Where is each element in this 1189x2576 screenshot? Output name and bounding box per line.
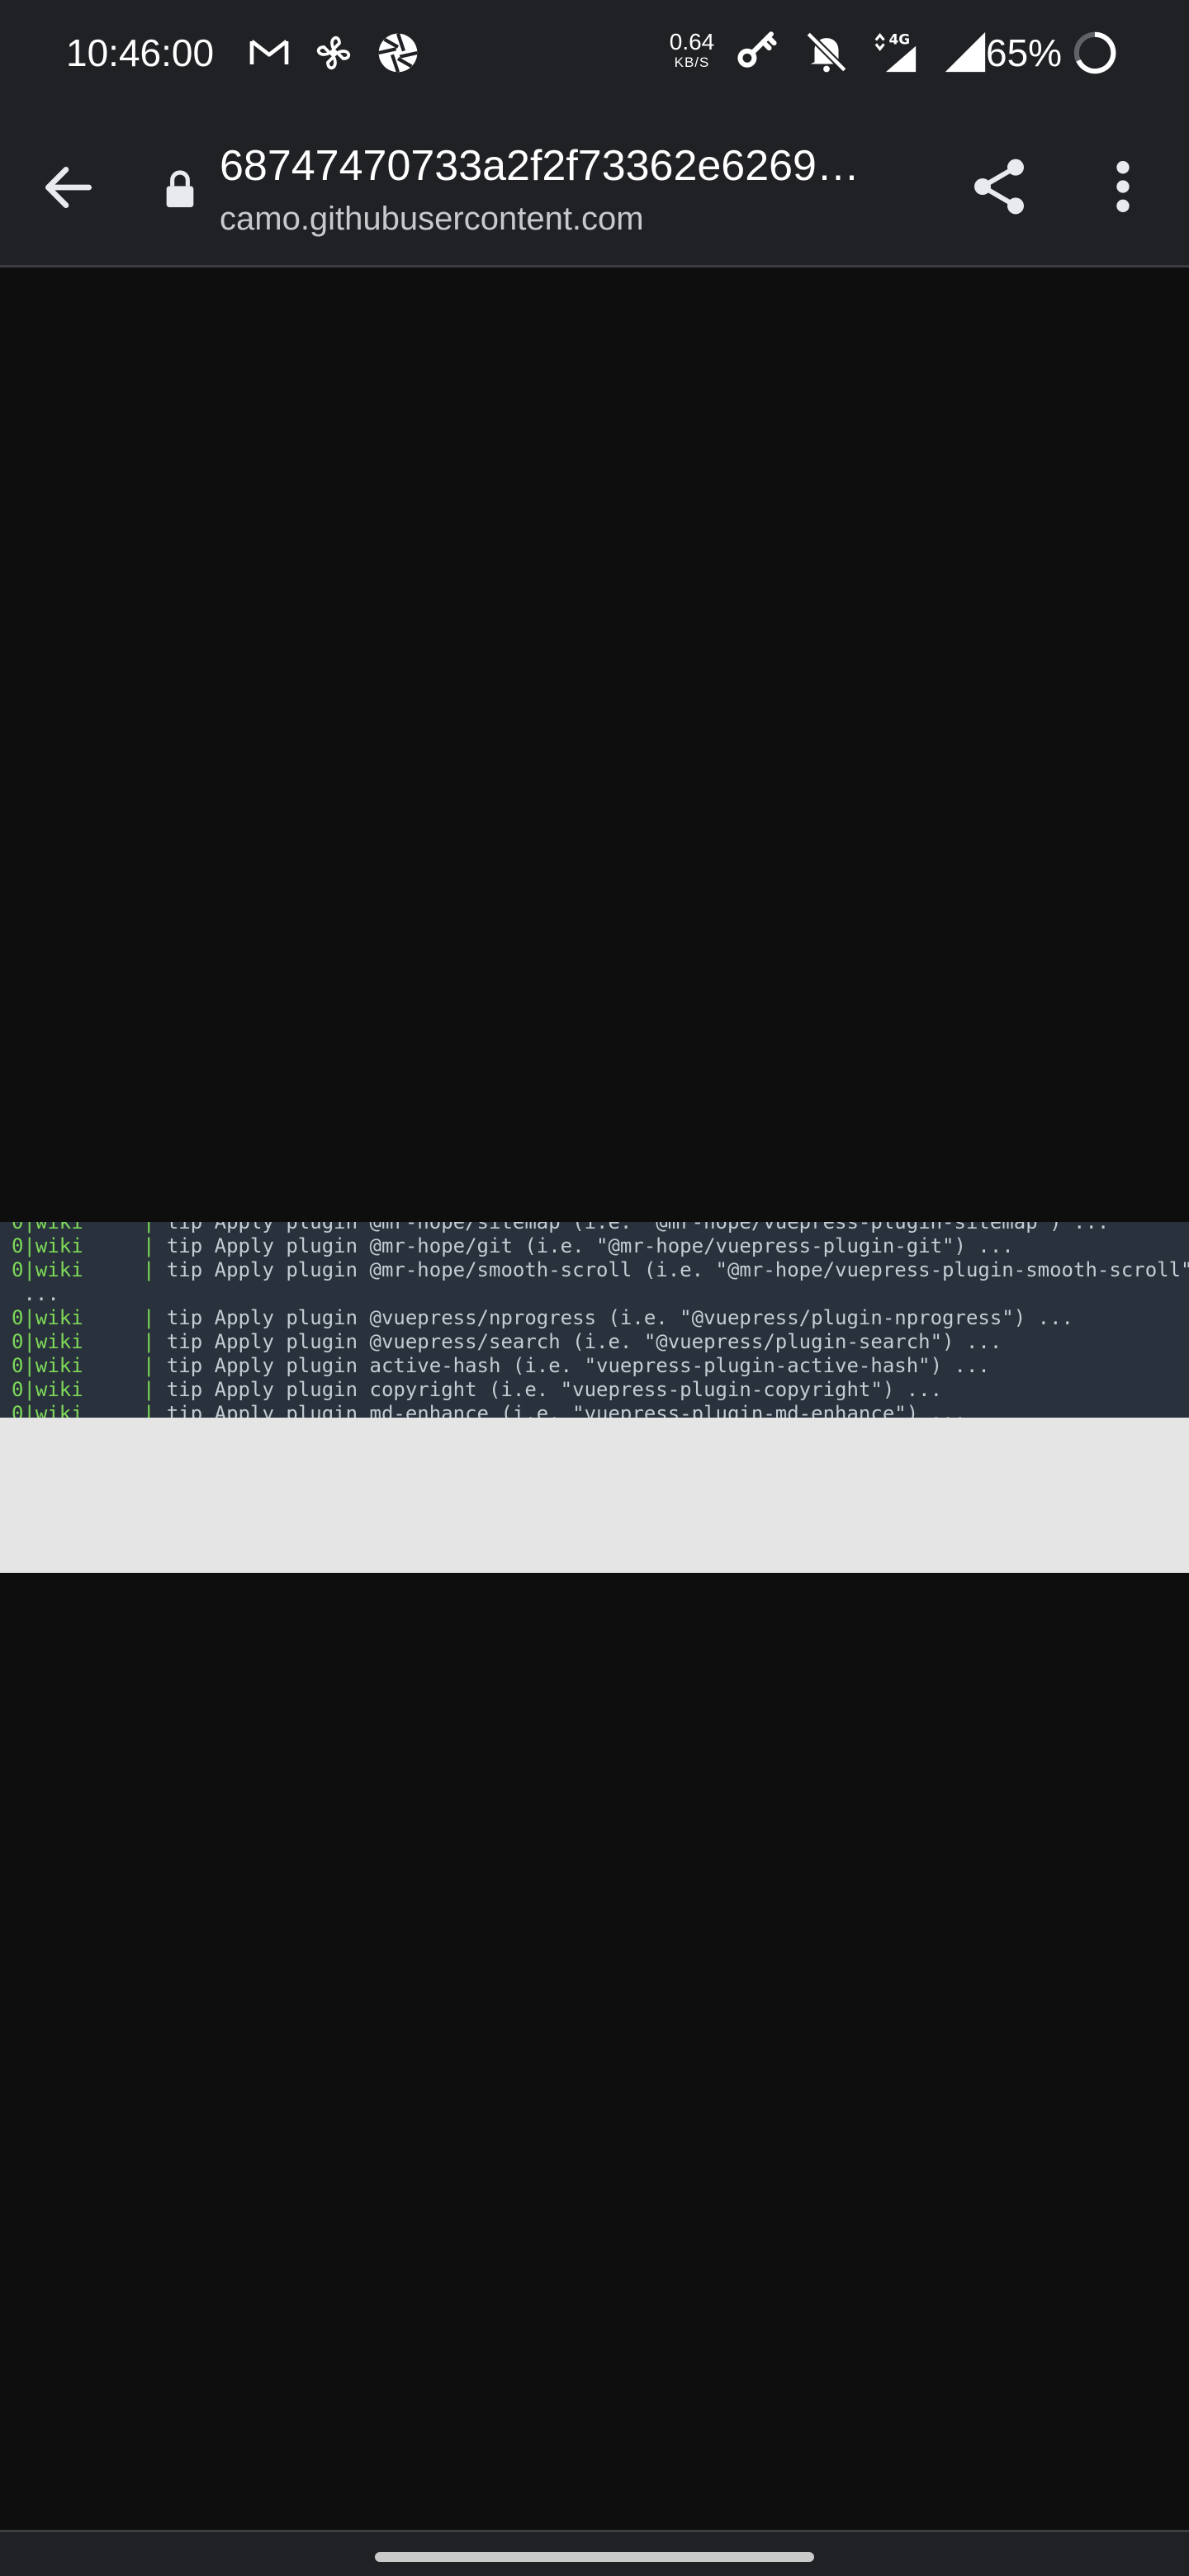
separator: | [83,1354,167,1377]
browser-toolbar: 68747470733a2f2f73362e6269… camo.githubu… [0,106,1189,268]
network-speed: 0.64 KB/S [669,30,715,71]
separator: | [83,1222,167,1234]
terminal-line: 0|wiki | tip Apply plugin @mr-hope/smoot… [12,1258,1189,1282]
bell-off-icon [803,28,850,80]
terminal-line: 0|wiki | tip Apply plugin copyright (i.e… [12,1378,942,1402]
separator: | [83,1258,167,1281]
aperture-icon [375,30,421,80]
image-viewer[interactable]: 0|wiki | tip Apply plugin @mr-hope/sitem… [0,270,1189,2530]
signal-icon [941,28,989,80]
battery-ring-icon [1073,31,1116,74]
notification-icons [246,30,421,80]
process-label: 0|wiki [12,1258,83,1281]
signal-4g-icon: 4G [872,28,920,80]
terminal-line: 0|wiki | tip Apply plugin @vuepress/npro… [12,1306,1073,1330]
separator: | [83,1402,167,1418]
separator: | [83,1306,167,1329]
net-speed-value: 0.64 [669,29,715,54]
terminal-line: 0|wiki | tip Apply plugin md-enhance (i.… [12,1402,966,1418]
network-type-label: 4G [889,31,911,47]
more-vert-icon[interactable] [1098,154,1148,220]
log-message: tip Apply plugin md-enhance (i.e. "vuepr… [166,1402,966,1418]
log-message: tip Apply plugin @mr-hope/sitemap (i.e. … [166,1222,1110,1234]
process-label: 0|wiki [12,1234,83,1257]
lock-icon[interactable] [157,167,203,213]
log-message: tip Apply plugin @mr-hope/git (i.e. "@mr… [166,1234,1014,1257]
battery-percent: 65% [986,31,1063,74]
process-label: 0|wiki [12,1222,83,1234]
separator: | [83,1234,167,1257]
terminal-line: 0|wiki | tip Apply plugin @mr-hope/git (… [12,1234,1014,1258]
terminal-line: 0|wiki | tip Apply plugin @mr-hope/sitem… [12,1222,1109,1234]
status-bar: 10:46:00 0.64 KB/S 4G 65% [0,0,1189,106]
status-time: 10:46:00 [66,31,215,74]
vpn-key-icon [733,28,781,80]
terminal-line: 0|wiki | tip Apply plugin active-hash (i… [12,1354,990,1378]
url-title[interactable]: 68747470733a2f2f73362e6269… [220,139,905,193]
log-message: tip Apply plugin @vuepress/nprogress (i.… [166,1306,1073,1329]
process-label: 0|wiki [12,1354,83,1377]
process-label: 0|wiki [12,1378,83,1401]
log-message: ... [12,1282,59,1305]
arrow-back-icon[interactable] [38,157,99,218]
system-icons: 4G [733,28,989,80]
process-label: 0|wiki [12,1402,83,1418]
share-icon[interactable] [966,154,1032,220]
url-domain[interactable]: camo.githubusercontent.com [220,198,905,239]
process-label: 0|wiki [12,1330,83,1353]
terminal-line: 0|wiki | tip Apply plugin @vuepress/sear… [12,1330,1002,1354]
fan-icon [310,30,357,80]
log-message: tip Apply plugin active-hash (i.e. "vuep… [166,1354,990,1377]
process-label: 0|wiki [12,1306,83,1329]
terminal-line: ... [12,1282,59,1306]
log-message: tip Apply plugin @vuepress/search (i.e. … [166,1330,1002,1353]
separator: | [83,1330,167,1353]
log-message: tip Apply plugin @mr-hope/smooth-scroll … [166,1258,1189,1281]
home-indicator[interactable] [375,2552,814,2562]
separator: | [83,1378,167,1401]
net-speed-unit: KB/S [674,54,710,70]
image-blank-area [0,1418,1189,1573]
log-message: tip Apply plugin copyright (i.e. "vuepre… [166,1378,943,1401]
terminal-log: 0|wiki | tip Apply plugin @mr-hope/sitem… [0,1222,1189,1418]
terminal-screenshot-image[interactable]: 0|wiki | tip Apply plugin @mr-hope/sitem… [0,1222,1189,1688]
gesture-nav-bar [0,2530,1189,2576]
gmail-icon [246,30,292,80]
